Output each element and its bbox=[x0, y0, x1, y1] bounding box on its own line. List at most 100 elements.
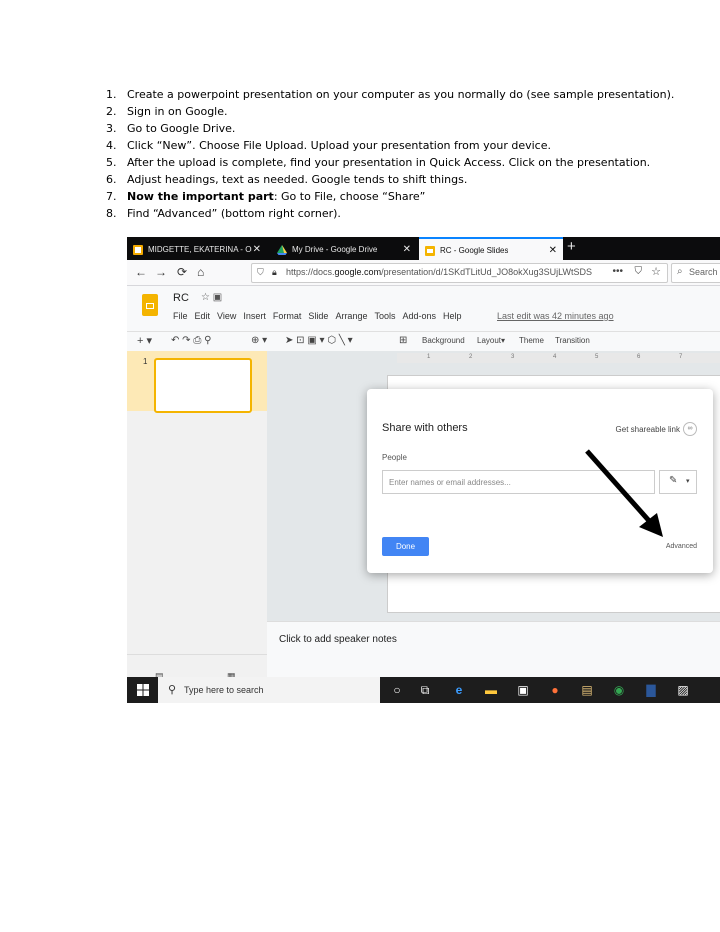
ruler-tick: 1 bbox=[427, 354, 431, 360]
menu-bar: File Edit View Insert Format Slide Arrange Tool… bbox=[173, 311, 469, 321]
ruler-tick: 4 bbox=[553, 354, 557, 360]
search-placeholder: Search bbox=[689, 267, 718, 277]
zoom-icon[interactable]: ⊕ ▾ bbox=[251, 335, 267, 346]
search-icon: ⚲ bbox=[168, 684, 177, 696]
step-text: Go to Google Drive. bbox=[127, 122, 236, 135]
step-text: Sign in on Google. bbox=[127, 105, 228, 118]
ruler: 1 2 3 4 5 6 7 bbox=[397, 353, 720, 363]
reload-icon[interactable]: ⟳ bbox=[177, 265, 187, 279]
shield-icon: ⛉ bbox=[257, 267, 264, 277]
cortana-icon[interactable]: ○ bbox=[389, 682, 405, 698]
lock-icon: 🔒︎ bbox=[272, 267, 277, 277]
browser-nav-bar: ← → ⟳ ⌂ ⛉ 🔒︎ https://docs.google.com/pre… bbox=[127, 260, 720, 286]
home-icon[interactable]: ⌂ bbox=[197, 265, 204, 279]
step-text: Click “New”. Choose File Upload. Upload … bbox=[127, 139, 551, 152]
comment-icon[interactable]: ⊞ bbox=[399, 335, 407, 346]
document-title[interactable]: RC bbox=[173, 292, 189, 304]
background-button[interactable]: Background bbox=[422, 336, 465, 345]
menu-edit[interactable]: Edit bbox=[195, 311, 211, 321]
transition-button[interactable]: Transition bbox=[555, 336, 590, 345]
select-icon[interactable]: ➤ ⊡ ▣ ▾ ⬡ ╲ ▾ bbox=[285, 335, 353, 346]
add-icon[interactable]: + ▾ bbox=[137, 334, 152, 347]
word-icon[interactable]: ▇ bbox=[643, 682, 659, 698]
ruler-tick: 6 bbox=[637, 354, 641, 360]
get-shareable-link-button[interactable]: Get shareable link ∞ bbox=[616, 422, 697, 436]
step-number: 4. bbox=[106, 139, 117, 152]
windows-start-icon[interactable] bbox=[137, 684, 149, 696]
undo-icon[interactable]: ↶ ↷ ⎙ ⚲ bbox=[171, 335, 211, 346]
speaker-notes-placeholder: Click to add speaker notes bbox=[279, 634, 397, 645]
layout-button[interactable]: Layout▾ bbox=[477, 336, 505, 345]
instruction-step: 1. Create a powerpoint presentation on yo… bbox=[106, 86, 706, 103]
forward-icon[interactable]: → bbox=[155, 265, 167, 279]
menu-view[interactable]: View bbox=[217, 311, 236, 321]
slides-toolbar: + ▾ ↶ ↷ ⎙ ⚲ ⊕ ▾ ➤ ⊡ ▣ ▾ ⬡ ╲ ▾ ⊞ Backgrou… bbox=[127, 331, 720, 353]
photos-icon[interactable]: ▨ bbox=[675, 682, 691, 698]
link-icon: ∞ bbox=[683, 422, 697, 436]
menu-add-ons[interactable]: Add-ons bbox=[402, 311, 436, 321]
menu-help[interactable]: Help bbox=[443, 311, 462, 321]
done-button[interactable]: Done bbox=[382, 537, 429, 556]
close-icon[interactable]: ✕ bbox=[253, 244, 261, 255]
advanced-link[interactable]: Advanced bbox=[666, 543, 697, 550]
slides-icon bbox=[425, 245, 435, 256]
theme-button[interactable]: Theme bbox=[519, 336, 544, 345]
step-text: Create a powerpoint presentation on your… bbox=[127, 88, 675, 101]
star-icon[interactable]: ☆ bbox=[651, 265, 661, 278]
url-text: https://docs.google.com/presentation/d/1… bbox=[286, 267, 593, 277]
file-explorer-icon[interactable]: ▬ bbox=[483, 682, 499, 698]
step-text: : Go to File, choose “Share” bbox=[273, 190, 426, 203]
menu-arrange[interactable]: Arrange bbox=[335, 311, 367, 321]
close-icon[interactable]: ✕ bbox=[549, 245, 557, 256]
step-emphasis: Now the important part bbox=[127, 190, 274, 203]
taskbar-search[interactable]: ⚲ Type here to search bbox=[158, 677, 380, 703]
back-icon[interactable]: ← bbox=[135, 265, 147, 279]
chrome-icon[interactable]: ◉ bbox=[611, 682, 627, 698]
more-icon[interactable]: ••• bbox=[612, 266, 623, 277]
browser-tab-bar: MIDGETTE, EKATERINA - Outlo ✕ My Drive -… bbox=[127, 237, 720, 262]
instruction-step: 5. After the upload is complete, find you… bbox=[106, 154, 706, 171]
tab-label: MIDGETTE, EKATERINA - Outlo bbox=[148, 245, 252, 254]
slide-thumbnail[interactable] bbox=[154, 358, 252, 413]
outlook-icon bbox=[133, 244, 143, 255]
edge-icon[interactable]: e bbox=[451, 682, 467, 698]
star-icon[interactable]: ☆ ▣ bbox=[201, 292, 222, 303]
tab-google-drive[interactable]: My Drive - Google Drive ✕ bbox=[271, 239, 417, 260]
instruction-step: 2. Sign in on Google. bbox=[106, 103, 706, 120]
search-input[interactable]: ⌕ Search bbox=[671, 263, 720, 283]
pocket-icon[interactable]: ⛉ bbox=[635, 266, 643, 277]
tab-google-slides[interactable]: RC - Google Slides ✕ bbox=[419, 237, 563, 262]
instruction-list: 1. Create a powerpoint presentation on yo… bbox=[106, 86, 706, 222]
slides-header: RC ☆ ▣ File Edit View Insert Format Slide Arra… bbox=[127, 286, 720, 331]
search-icon: ⌕ bbox=[677, 266, 683, 277]
close-icon[interactable]: ✕ bbox=[403, 244, 411, 255]
step-number: 7. bbox=[106, 190, 117, 203]
address-bar[interactable]: ⛉ 🔒︎ https://docs.google.com/presentatio… bbox=[251, 263, 668, 283]
firefox-icon[interactable]: ● bbox=[547, 682, 563, 698]
chevron-down-icon: ▾ bbox=[686, 478, 690, 485]
books-icon[interactable]: ▤ bbox=[579, 682, 595, 698]
menu-tools[interactable]: Tools bbox=[374, 311, 395, 321]
dialog-title: Share with others bbox=[382, 422, 468, 434]
last-edit-link[interactable]: Last edit was 42 minutes ago bbox=[497, 311, 614, 321]
menu-file[interactable]: File bbox=[173, 311, 188, 321]
new-tab-icon[interactable]: + bbox=[567, 238, 576, 255]
step-number: 1. bbox=[106, 88, 117, 101]
layout-label: Layout bbox=[477, 336, 502, 345]
task-view-icon[interactable]: ⧉ bbox=[417, 682, 433, 698]
tab-outlook[interactable]: MIDGETTE, EKATERINA - Outlo ✕ bbox=[127, 239, 267, 260]
step-number: 3. bbox=[106, 122, 117, 135]
taskbar-search-text: Type here to search bbox=[184, 685, 264, 695]
menu-format[interactable]: Format bbox=[273, 311, 302, 321]
menu-insert[interactable]: Insert bbox=[243, 311, 266, 321]
slides-logo-icon[interactable] bbox=[142, 294, 158, 316]
step-number: 8. bbox=[106, 207, 117, 220]
slide-number: 1 bbox=[143, 357, 148, 366]
instruction-step: 4. Click “New”. Choose File Upload. Uploa… bbox=[106, 137, 706, 154]
ruler-tick: 7 bbox=[679, 354, 683, 360]
pencil-icon: ✎ bbox=[669, 475, 678, 486]
input-placeholder: Enter names or email addresses... bbox=[389, 478, 511, 487]
store-icon[interactable]: ▣ bbox=[515, 682, 531, 698]
menu-slide[interactable]: Slide bbox=[308, 311, 328, 321]
tab-label: My Drive - Google Drive bbox=[292, 245, 378, 254]
